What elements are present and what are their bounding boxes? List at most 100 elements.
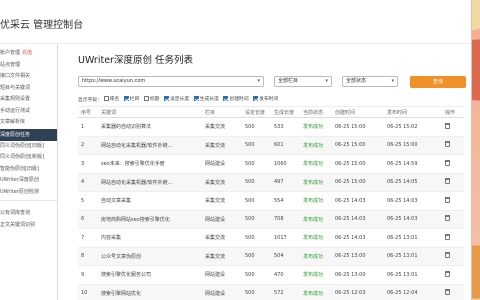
table-cell: 网站建设: [202, 154, 242, 174]
column-header: 设定长度: [242, 106, 271, 118]
table-row: 10 搜索引擎网站优化 网站建设 500 572 发布成功 06-25 12:03 06-25…: [78, 284, 464, 300]
row-actions: [442, 284, 464, 300]
status-cell: 发布成功: [300, 247, 332, 266]
table-cell: 8: [78, 247, 98, 266]
field-checkbox-set-length[interactable]: 设定长度: [163, 95, 189, 102]
table-cell: 7: [78, 228, 98, 248]
column-header: 栏目: [202, 106, 242, 118]
row-actions: [442, 210, 464, 229]
table-cell: 采集交流: [202, 136, 242, 155]
sidebar-item-uwriter-check[interactable]: UWriter原创检测: [0, 187, 57, 199]
table-cell: 500: [242, 210, 271, 229]
chevron-down-icon: ▾: [391, 78, 394, 84]
delete-icon[interactable]: [445, 233, 450, 240]
top-bar: 优采云 管理控制台: [0, 0, 471, 44]
sidebar-item-article-library[interactable]: 文章解析库: [0, 117, 57, 129]
console-window: 优采云 管理控制台 账户管理 充值 站点管理 接口文件相关 短目与关键词 采集规则…: [0, 0, 472, 300]
sidebar-item-collect-rules[interactable]: 采集规则设置: [0, 94, 57, 106]
recharge-badge[interactable]: 充值: [22, 50, 32, 56]
table-cell[interactable]: seo未来：搜索引擎优化手册: [98, 154, 202, 174]
field-checkbox-publish-time[interactable]: 发布时间: [253, 95, 278, 102]
table-cell: 500: [242, 117, 271, 137]
table-row: 5 自动文章采集 采集交流 500 554 发布成功 06-25 14:03 06-25 14…: [78, 191, 464, 211]
table-cell[interactable]: 房地商购网站seo搜索引擎优化: [98, 210, 202, 229]
table-cell: 1017: [271, 228, 300, 248]
sidebar-item-interface-files[interactable]: 接口文件相关: [0, 71, 57, 83]
sidebar-item-uwriter-original[interactable]: UWriter深度原创: [0, 175, 57, 187]
search-button[interactable]: 查询: [410, 76, 466, 88]
sidebar-item-account[interactable]: 账户管理 充值: [0, 48, 57, 60]
delete-icon[interactable]: [445, 252, 450, 259]
row-actions: [442, 136, 464, 155]
table-cell: 06-25 15:00: [332, 117, 384, 137]
sidebar-item-keyword-recognition[interactable]: 正文关键词识别: [0, 220, 57, 232]
status-cell: 发布成功: [300, 117, 332, 137]
sidebar-item-keywords[interactable]: 短目与关键词: [0, 83, 57, 95]
table-cell: 504: [271, 247, 300, 266]
row-actions: [442, 117, 464, 137]
column-header: 操作: [442, 106, 464, 118]
sidebar-item-public-dictionary[interactable]: 公有词库查询: [0, 208, 57, 220]
column-filter-select[interactable]: 全部栏目 ▾: [274, 76, 332, 87]
sidebar-item-synonym-new[interactable]: 同义词伪原创[新版]: [0, 152, 57, 164]
row-actions: [442, 228, 464, 248]
table-cell: 500: [242, 247, 271, 266]
status-cell: 发布成功: [300, 136, 332, 155]
table-cell: 4: [78, 173, 98, 192]
table-cell: 06-25 13:00: [332, 265, 384, 285]
sidebar-item-smart-rewrite-old[interactable]: 智能伪原创[旧版]: [0, 164, 57, 176]
table-cell: 2: [78, 136, 98, 155]
table-cell: 554: [271, 191, 300, 211]
delete-icon[interactable]: [445, 289, 450, 296]
table-cell[interactable]: 网站自动化采集机器/软件外链...: [98, 173, 202, 192]
column-header: 发布时间: [384, 106, 442, 118]
table-cell[interactable]: 网站自动化采集机器/软件外链...: [98, 136, 202, 155]
field-checkbox-gen-length[interactable]: 生成长度: [193, 95, 219, 102]
table-cell: 500: [242, 284, 271, 300]
table-cell: 06-25 13:01: [384, 247, 442, 266]
table-cell: 9: [78, 265, 98, 285]
sidebar-item-synonym-old[interactable]: 同义词伪原创[旧版]: [0, 141, 57, 153]
table-cell: 采集交流: [202, 247, 242, 266]
field-checkbox-column[interactable]: 栏目: [123, 95, 139, 102]
column-header: 生成长度: [271, 106, 300, 118]
delete-icon[interactable]: [445, 141, 450, 148]
sidebar-item-manual-test[interactable]: 手动运行测试: [0, 106, 57, 118]
sidebar-item-deep-original-tasks[interactable]: 深度原创任务: [0, 128, 57, 141]
delete-icon[interactable]: [445, 196, 450, 203]
status-cell: 发布成功: [300, 173, 332, 192]
delete-icon[interactable]: [445, 159, 450, 166]
table-cell: 06-25 15:02: [384, 117, 442, 137]
field-checkbox-created-time[interactable]: 创建时间: [223, 95, 249, 102]
site-url-select[interactable]: https://www.ucaiyun.com ▾: [78, 76, 264, 87]
table-cell: 网站建设: [202, 284, 242, 300]
table-cell: 6: [78, 210, 98, 229]
table-cell: 采集交流: [202, 191, 242, 211]
table-cell: 500: [242, 191, 271, 211]
table-cell: 06-25 14:03: [384, 191, 442, 211]
table-cell: 500: [242, 154, 271, 174]
status-cell: 发布成功: [300, 284, 332, 300]
table-cell[interactable]: 公众号文章伪原创: [98, 247, 202, 266]
field-checkbox-domain[interactable]: 域名: [103, 95, 119, 102]
delete-icon[interactable]: [445, 122, 450, 129]
row-actions: [442, 265, 464, 285]
table-cell[interactable]: 搜索引擎优化服务公司: [98, 265, 202, 285]
status-filter-select[interactable]: 全部状态 ▾: [342, 76, 398, 87]
table-cell[interactable]: 采集器的自动识别算法: [98, 117, 202, 137]
table-cell[interactable]: 内容采集: [98, 228, 202, 248]
table-row: 4 网站自动化采集机器/软件外链... 采集交流 500 497 发布成功 06-25 15…: [78, 173, 464, 192]
table-cell: 3: [78, 154, 98, 174]
table-cell: 06-25 13:01: [384, 265, 442, 285]
delete-icon[interactable]: [445, 270, 450, 277]
table-cell: 500: [242, 265, 271, 285]
delete-icon[interactable]: [445, 178, 450, 185]
table-cell[interactable]: 搜索引擎网站优化: [98, 284, 202, 300]
row-actions: [442, 173, 464, 192]
delete-icon[interactable]: [445, 215, 450, 222]
table-cell: 采集交流: [202, 173, 242, 192]
sidebar-item-sites[interactable]: 站点管理: [0, 60, 57, 72]
table-row: 1 采集器的自动识别算法 采集交流 500 533 发布成功 06-25 15:00 06-2…: [78, 117, 464, 137]
table-cell[interactable]: 自动文章采集: [98, 191, 202, 211]
field-checkbox-title[interactable]: 标题: [143, 95, 159, 102]
